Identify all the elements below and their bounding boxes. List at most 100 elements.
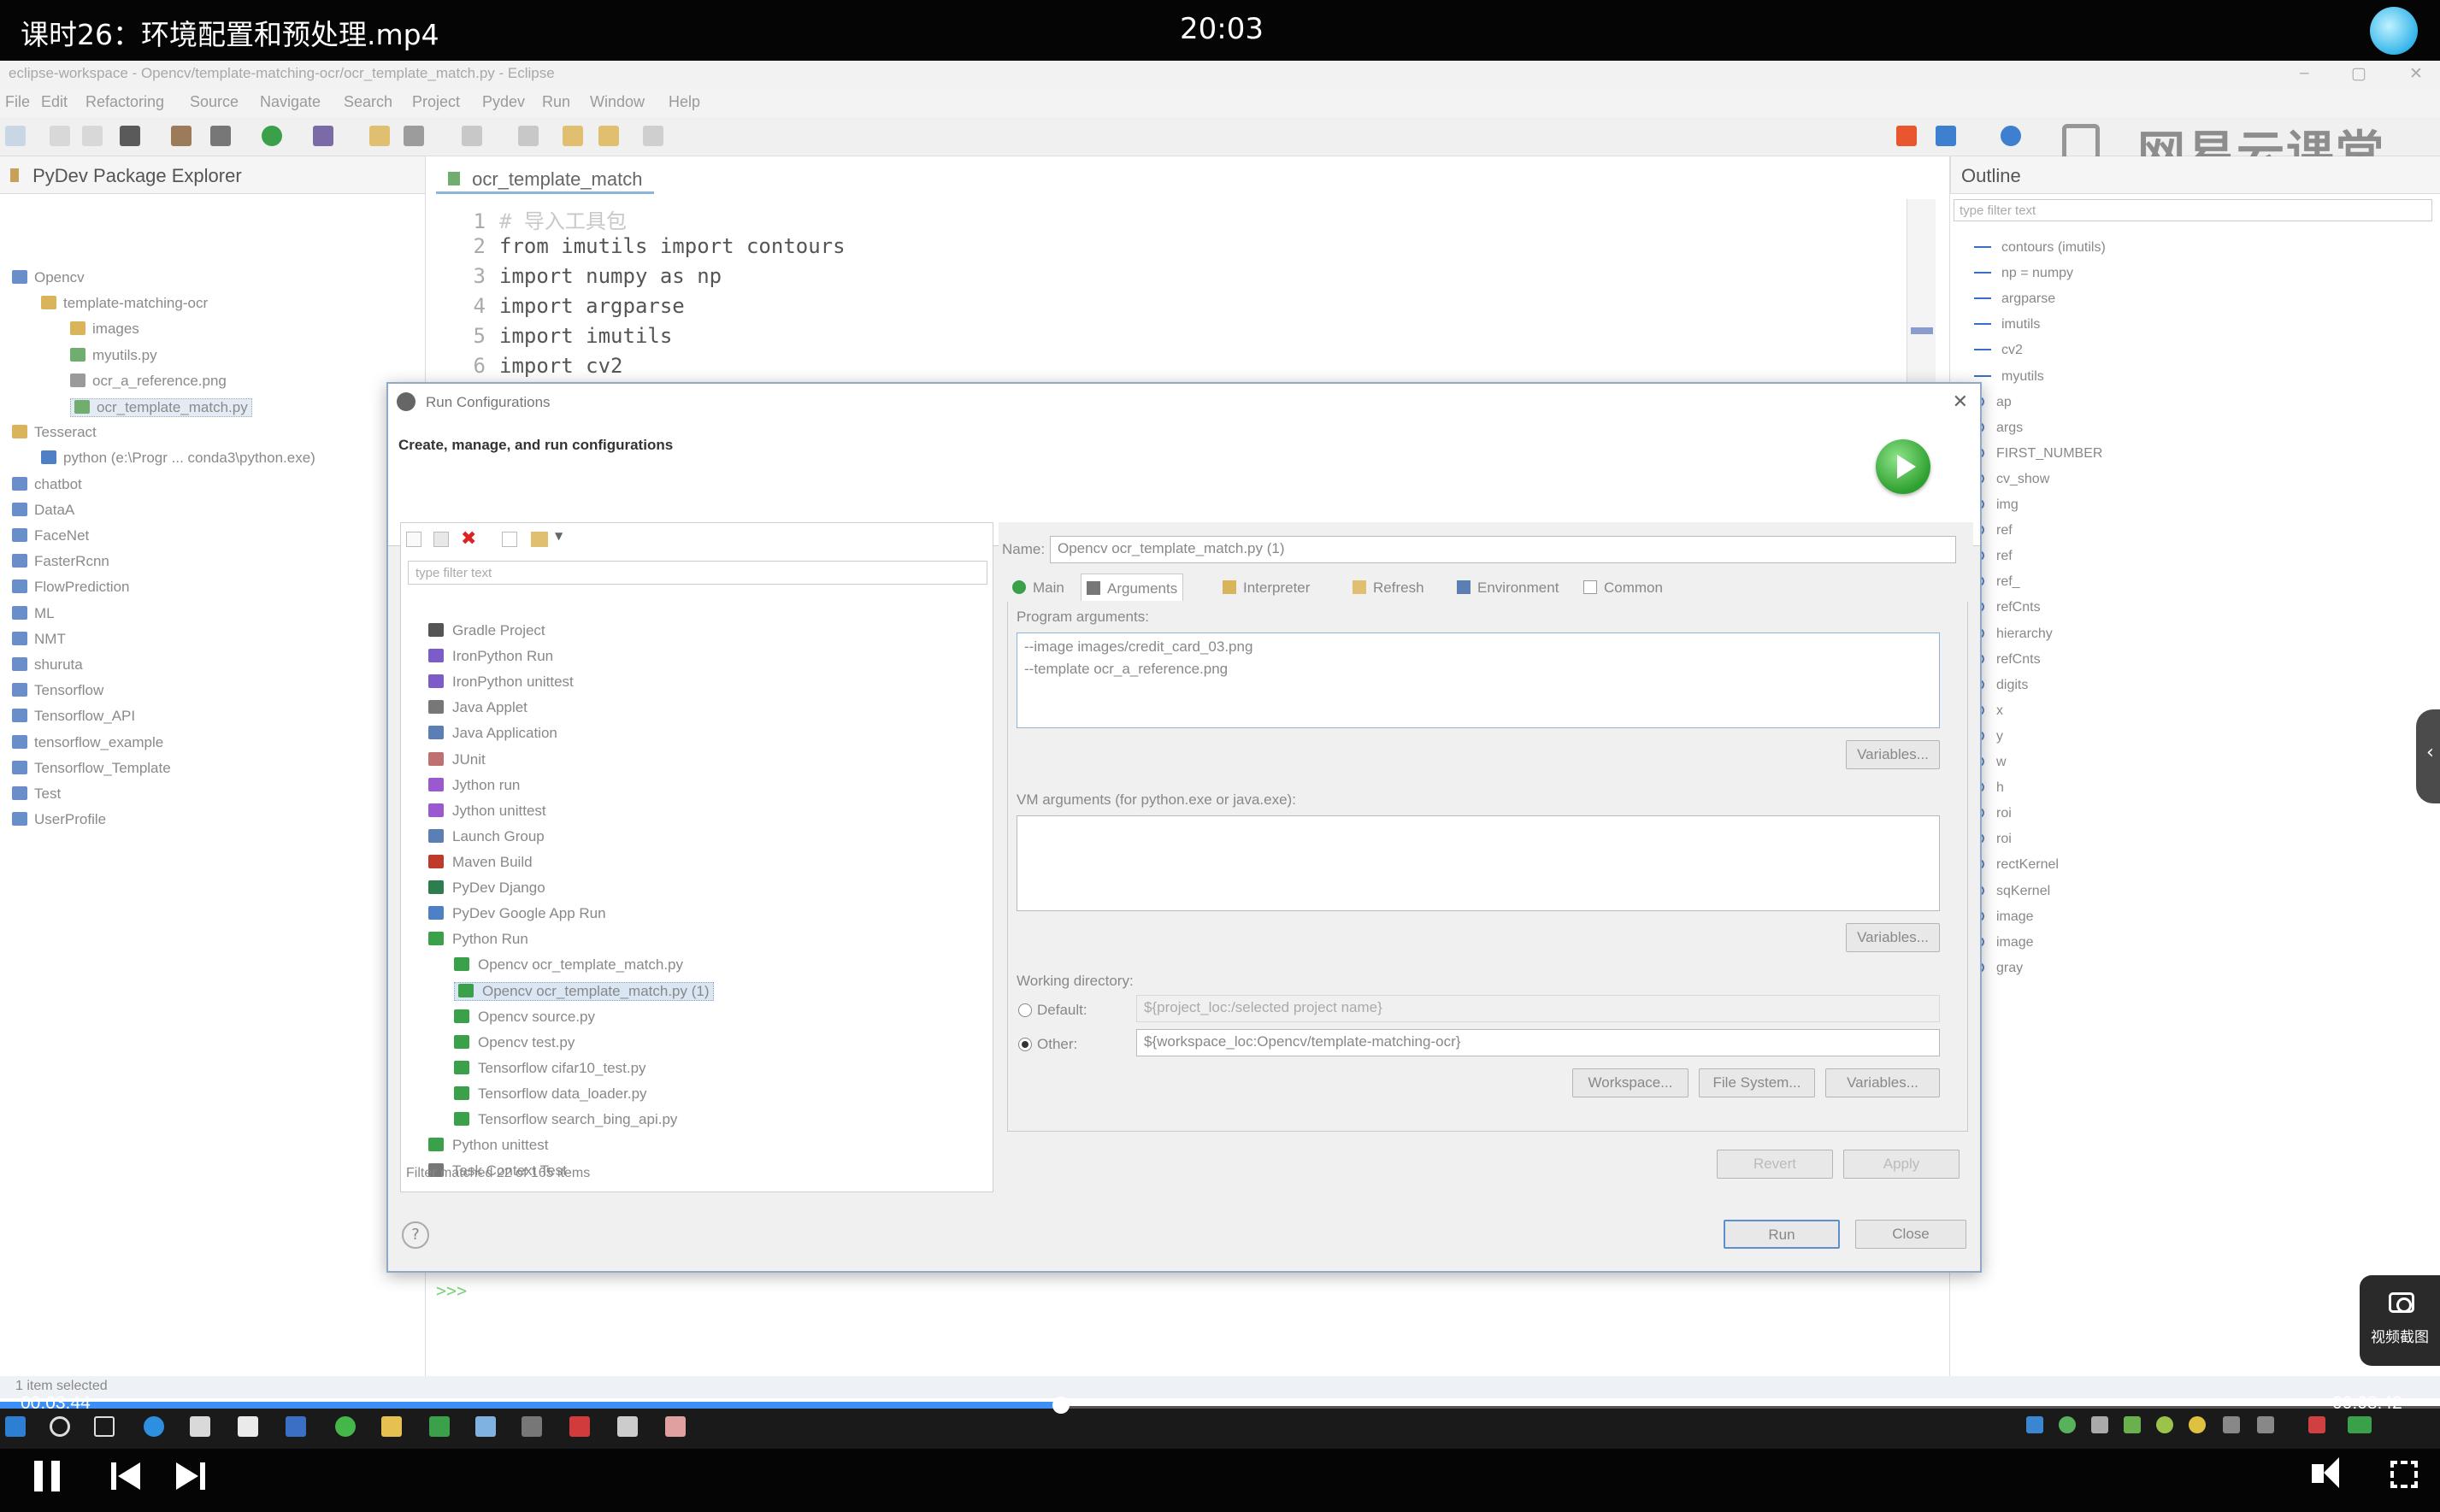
close-icon[interactable]: ✕ <box>2409 64 2423 84</box>
config-item[interactable]: Opencv test.py <box>454 1034 575 1051</box>
tray-icon[interactable] <box>2308 1416 2325 1433</box>
outline-item[interactable]: cv2 <box>1974 343 2023 358</box>
run-icon[interactable] <box>262 126 282 146</box>
app-icon[interactable] <box>286 1416 306 1437</box>
outline-item[interactable]: imutils <box>1974 317 2040 332</box>
outline-item[interactable]: hierarchy <box>1974 627 2053 642</box>
new-config-icon[interactable] <box>406 532 421 547</box>
task-view-icon[interactable] <box>94 1416 115 1437</box>
nav-icon[interactable] <box>462 126 482 146</box>
code-line[interactable]: 3 import numpy as np <box>445 264 722 288</box>
menu-file[interactable]: File <box>5 93 30 111</box>
new-icon[interactable] <box>5 126 26 146</box>
tab-arguments[interactable]: Arguments <box>1081 574 1184 601</box>
config-item[interactable]: IronPython unittest <box>428 674 574 691</box>
code-line[interactable]: 1 # 导入工具包 <box>445 204 627 234</box>
tray-icon[interactable] <box>2156 1416 2173 1433</box>
network-icon[interactable] <box>2223 1416 2240 1433</box>
variables-button[interactable]: Variables... <box>1846 923 1940 952</box>
screenshot-button[interactable]: 视频截图 <box>2360 1275 2440 1366</box>
save-all-icon[interactable] <box>82 126 103 146</box>
maximize-icon[interactable]: ▢ <box>2351 64 2366 84</box>
dialog-close-icon[interactable]: ✕ <box>1953 391 1968 413</box>
forward-icon[interactable] <box>643 126 663 146</box>
config-item[interactable]: Jython run <box>428 777 520 794</box>
tree-item[interactable]: ML <box>12 605 55 622</box>
config-item[interactable]: Opencv ocr_template_match.py (1) <box>454 982 714 1002</box>
config-item[interactable]: Java Application <box>428 725 557 742</box>
avatar[interactable] <box>2370 7 2418 55</box>
mail-icon[interactable] <box>238 1416 258 1437</box>
menu-project[interactable]: Project <box>412 93 460 111</box>
chrome-icon[interactable] <box>335 1416 356 1437</box>
tray-icon[interactable] <box>2091 1416 2108 1433</box>
tree-item[interactable]: chatbot <box>12 476 82 493</box>
config-item[interactable]: JUnit <box>428 751 486 768</box>
tree-item[interactable]: FaceNet <box>12 527 89 544</box>
tree-item[interactable]: Tensorflow_Template <box>12 760 171 777</box>
menu-pydev[interactable]: Pydev <box>482 93 525 111</box>
folder-icon[interactable] <box>381 1416 402 1437</box>
tray-icon[interactable] <box>2059 1416 2076 1433</box>
next-icon[interactable] <box>176 1459 210 1493</box>
outline-item[interactable]: digits <box>1974 678 2028 693</box>
other-dir-input[interactable]: ${workspace_loc:Opencv/template-matching… <box>1136 1029 1940 1056</box>
menu-source[interactable]: Source <box>190 93 239 111</box>
external-tools-icon[interactable] <box>313 126 333 146</box>
emoji-icon[interactable] <box>2001 126 2021 146</box>
tree-item[interactable]: shuruta <box>12 656 83 674</box>
apply-button[interactable]: Apply <box>1843 1150 1960 1179</box>
config-item[interactable]: Tensorflow data_loader.py <box>454 1085 647 1103</box>
outline-item[interactable]: sqKernel <box>1974 884 2050 899</box>
app-icon[interactable] <box>475 1416 496 1437</box>
menu-run[interactable]: Run <box>542 93 570 111</box>
tab-main[interactable]: Main <box>1007 574 1070 601</box>
menu-refactoring[interactable]: Refactoring <box>85 93 164 111</box>
tree-item[interactable]: Test <box>12 785 61 803</box>
annotation-icon[interactable] <box>518 126 539 146</box>
back-icon[interactable] <box>563 126 583 146</box>
app-icon[interactable] <box>429 1416 450 1437</box>
store-icon[interactable] <box>190 1416 210 1437</box>
outline-item[interactable]: contours (imutils) <box>1974 240 2106 256</box>
variables-button[interactable]: Variables... <box>1825 1068 1940 1097</box>
config-item[interactable]: Tensorflow search_bing_api.py <box>454 1111 677 1128</box>
volume-icon[interactable] <box>2312 1464 2324 1483</box>
menu-search[interactable]: Search <box>344 93 392 111</box>
outline-item[interactable]: FIRST_NUMBER <box>1974 446 2102 462</box>
menu-edit[interactable]: Edit <box>41 93 68 111</box>
default-radio[interactable] <box>1018 1003 1032 1017</box>
tab-common[interactable]: Common <box>1578 574 1668 601</box>
file-system-button[interactable]: File System... <box>1699 1068 1815 1097</box>
tab-environment[interactable]: Environment <box>1452 574 1564 601</box>
config-item[interactable]: PyDev Django <box>428 880 545 897</box>
config-item[interactable]: Python Run <box>428 931 528 948</box>
tray-icon[interactable] <box>2026 1416 2043 1433</box>
program-args-textarea[interactable]: --image images/credit_card_03.png --temp… <box>1017 632 1940 728</box>
config-item[interactable]: Gradle Project <box>428 622 545 639</box>
app-icon[interactable] <box>665 1416 686 1437</box>
menu-navigate[interactable]: Navigate <box>260 93 321 111</box>
menu-help[interactable]: Help <box>669 93 700 111</box>
ime-icon[interactable] <box>1936 126 1956 146</box>
filter-icon[interactable] <box>531 532 548 547</box>
delete-icon[interactable]: ✖ <box>461 528 476 550</box>
tree-item[interactable]: tensorflow_example <box>12 734 163 751</box>
edge-icon[interactable] <box>144 1416 164 1437</box>
config-name-input[interactable]: Opencv ocr_template_match.py (1) <box>1050 536 1956 563</box>
open-folder-icon[interactable] <box>369 126 390 146</box>
code-line[interactable]: 2 from imutils import contours <box>445 234 846 258</box>
config-item[interactable]: PyDev Google App Run <box>428 905 606 922</box>
tab-interpreter[interactable]: Interpreter <box>1217 574 1315 601</box>
app-icon[interactable] <box>569 1416 590 1437</box>
tree-item[interactable]: Opencv <box>12 269 85 286</box>
fullscreen-exit-icon[interactable] <box>2390 1461 2418 1488</box>
editor-scrollbar[interactable] <box>1907 199 1936 387</box>
config-item[interactable]: Opencv source.py <box>454 1009 595 1026</box>
console[interactable]: >>> <box>427 1274 1949 1376</box>
revert-button[interactable]: Revert <box>1717 1150 1833 1179</box>
minimize-icon[interactable]: – <box>2300 64 2309 83</box>
windows-start-icon[interactable] <box>5 1416 26 1437</box>
config-item[interactable]: Tensorflow cifar10_test.py <box>454 1060 646 1077</box>
code-line[interactable]: 5 import imutils <box>445 324 673 348</box>
